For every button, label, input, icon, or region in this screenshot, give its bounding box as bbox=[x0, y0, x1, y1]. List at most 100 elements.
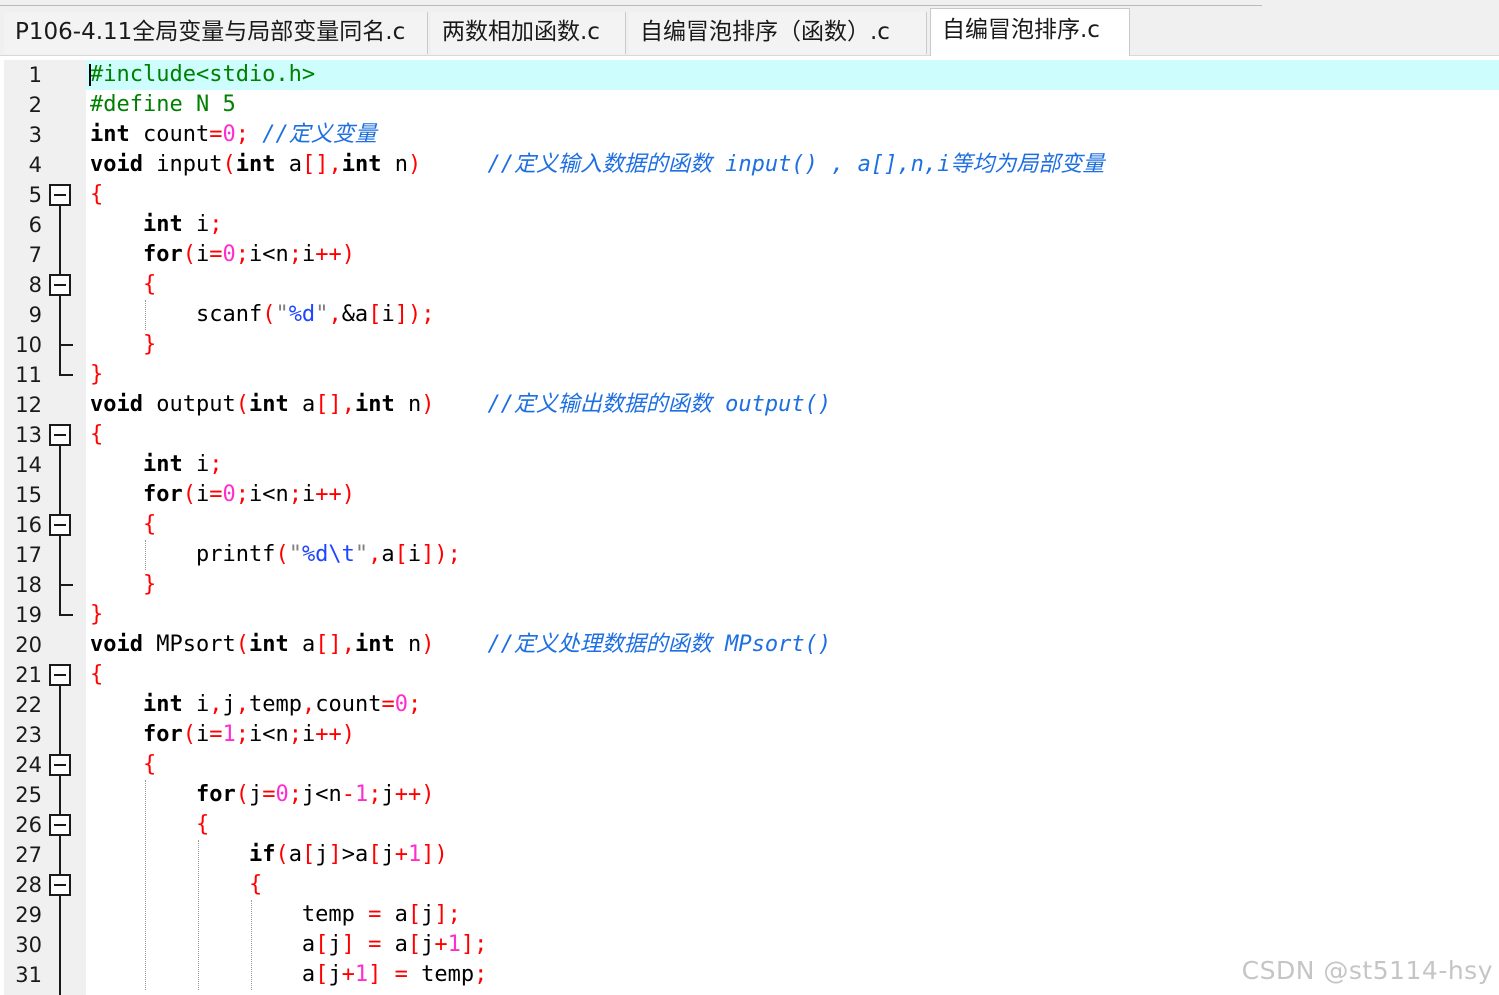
code-line[interactable]: 14 int i; bbox=[0, 450, 1499, 480]
line-number: 3 bbox=[28, 123, 42, 147]
code-line[interactable]: 25 for(j=0;j<n-1;j++) bbox=[0, 780, 1499, 810]
code-line[interactable]: 2 #define N 5 bbox=[0, 90, 1499, 120]
code-line[interactable]: 6 int i; bbox=[0, 210, 1499, 240]
code-text: void input(int a[],int n) //定义输入数据的函数 in… bbox=[90, 152, 1105, 177]
tab-strip-top-rule bbox=[0, 0, 1262, 6]
line-number: 20 bbox=[15, 633, 42, 657]
code-line[interactable]: 19} bbox=[0, 600, 1499, 630]
code-text: #include<stdio.h> bbox=[90, 62, 316, 87]
indent-guide bbox=[145, 300, 146, 330]
line-number: 29 bbox=[15, 903, 42, 927]
code-line[interactable]: 5{ bbox=[0, 180, 1499, 210]
code-text: int count=0; //定义变量 bbox=[90, 122, 377, 147]
indent-guide bbox=[251, 900, 252, 990]
code-text: { bbox=[195, 812, 210, 837]
code-line[interactable]: 24 { bbox=[0, 750, 1499, 780]
code-text: for(i=1;i<n;i++) bbox=[142, 722, 355, 747]
code-text: for(i=0;i<n;i++) bbox=[142, 482, 355, 507]
code-line[interactable]: 17 printf("%d\t",a[i]); bbox=[0, 540, 1499, 570]
indent-guide bbox=[145, 780, 146, 990]
line-number: 28 bbox=[15, 873, 42, 897]
line-number: 22 bbox=[15, 693, 42, 717]
code-line[interactable]: 8 { bbox=[0, 270, 1499, 300]
line-number: 4 bbox=[28, 153, 42, 177]
code-line[interactable]: 16 { bbox=[0, 510, 1499, 540]
code-text: { bbox=[90, 662, 104, 687]
code-line[interactable]: 20 void MPsort(int a[],int n) //定义处理数据的函数… bbox=[0, 630, 1499, 660]
code-text: int i,j,temp,count=0; bbox=[142, 692, 422, 717]
line-number: 24 bbox=[15, 753, 42, 777]
indent-guide bbox=[145, 540, 146, 570]
code-text: #define N 5 bbox=[90, 92, 236, 117]
code-line[interactable]: 29 temp = a[j]; bbox=[0, 900, 1499, 930]
code-text: a[j] = a[j+1]; bbox=[90, 932, 488, 957]
code-line[interactable]: 3 int count=0; //定义变量 bbox=[0, 120, 1499, 150]
line-number: 14 bbox=[15, 453, 42, 477]
code-line[interactable]: 23 for(i=1;i<n;i++) bbox=[0, 720, 1499, 750]
code-text: void output(int a[],int n) //定义输出数据的函数 o… bbox=[90, 392, 832, 417]
code-line[interactable]: 4 void input(int a[],int n) //定义输入数据的函数 i… bbox=[0, 150, 1499, 180]
watermark: CSDN @st5114-hsy bbox=[1241, 956, 1493, 985]
code-line[interactable]: 9 scanf("%d",&a[i]); bbox=[0, 300, 1499, 330]
line-number: 30 bbox=[15, 933, 42, 957]
line-number: 7 bbox=[28, 243, 42, 267]
code-text: void MPsort(int a[],int n) //定义处理数据的函数 M… bbox=[90, 632, 832, 657]
code-line[interactable]: 1 #include<stdio.h> bbox=[0, 60, 1499, 90]
code-text: { bbox=[142, 512, 157, 537]
code-text: int i; bbox=[142, 452, 223, 477]
line-number: 21 bbox=[15, 663, 42, 687]
line-number: 12 bbox=[15, 393, 42, 417]
code-line[interactable]: 28 { bbox=[0, 870, 1499, 900]
code-text: { bbox=[90, 422, 104, 447]
code-line[interactable]: 15 for(i=0;i<n;i++) bbox=[0, 480, 1499, 510]
code-editor[interactable]: 1 #include<stdio.h> 2 #define N 5 3 int count… bbox=[0, 60, 1499, 995]
code-text: { bbox=[142, 272, 157, 297]
code-text: for(i=0;i<n;i++) bbox=[142, 242, 355, 267]
code-line[interactable]: 27 if(a[j]>a[j+1]) bbox=[0, 840, 1499, 870]
line-number: 18 bbox=[15, 573, 42, 597]
code-text: int i; bbox=[142, 212, 223, 237]
line-number: 16 bbox=[15, 513, 42, 537]
line-number: 11 bbox=[15, 363, 42, 387]
code-line[interactable]: 7 for(i=0;i<n;i++) bbox=[0, 240, 1499, 270]
code-text: } bbox=[90, 362, 104, 387]
code-text: { bbox=[248, 872, 263, 897]
tab-global-vs-local-variable[interactable]: P106-4.11全局变量与局部变量同名.c bbox=[4, 12, 428, 54]
code-line[interactable]: 26 { bbox=[0, 810, 1499, 840]
text-caret bbox=[89, 64, 91, 86]
tab-bubble-sort-active[interactable]: 自编冒泡排序.c bbox=[930, 8, 1130, 56]
code-line[interactable]: 22 int i,j,temp,count=0; bbox=[0, 690, 1499, 720]
line-number: 10 bbox=[15, 333, 42, 357]
code-line[interactable]: 13 { bbox=[0, 420, 1499, 450]
line-number: 9 bbox=[28, 303, 42, 327]
code-text: { bbox=[90, 182, 104, 207]
line-number: 6 bbox=[28, 213, 42, 237]
indent-guide bbox=[198, 840, 199, 990]
code-line[interactable]: 21 { bbox=[0, 660, 1499, 690]
tab-bubble-sort-function[interactable]: 自编冒泡排序（函数）.c bbox=[629, 12, 927, 54]
line-number: 2 bbox=[28, 93, 42, 117]
code-text: scanf("%d",&a[i]); bbox=[90, 302, 435, 327]
code-line[interactable]: 11} bbox=[0, 360, 1499, 390]
code-text: for(j=0;j<n-1;j++) bbox=[195, 782, 435, 807]
line-number: 23 bbox=[15, 723, 42, 747]
code-text: } bbox=[90, 602, 104, 627]
tab-strip: P106-4.11全局变量与局部变量同名.c 两数相加函数.c 自编冒泡排序（函… bbox=[0, 0, 1499, 56]
line-number: 31 bbox=[15, 963, 42, 987]
code-line[interactable]: 18 } bbox=[0, 570, 1499, 600]
line-number: 19 bbox=[15, 603, 42, 627]
code-text: a[j+1] = temp; bbox=[90, 962, 488, 987]
code-text: } bbox=[142, 332, 157, 357]
code-line[interactable]: 10 } bbox=[0, 330, 1499, 360]
line-number: 1 bbox=[28, 63, 42, 87]
line-number: 15 bbox=[15, 483, 42, 507]
line-number: 27 bbox=[15, 843, 42, 867]
tab-add-two-numbers[interactable]: 两数相加函数.c bbox=[431, 12, 626, 54]
code-line[interactable]: 12 void output(int a[],int n) //定义输出数据的函数… bbox=[0, 390, 1499, 420]
line-number: 26 bbox=[15, 813, 42, 837]
line-number: 25 bbox=[15, 783, 42, 807]
line-number: 5 bbox=[28, 183, 42, 207]
line-number: 8 bbox=[28, 273, 42, 297]
code-text: { bbox=[142, 752, 157, 777]
code-text: } bbox=[142, 572, 157, 597]
